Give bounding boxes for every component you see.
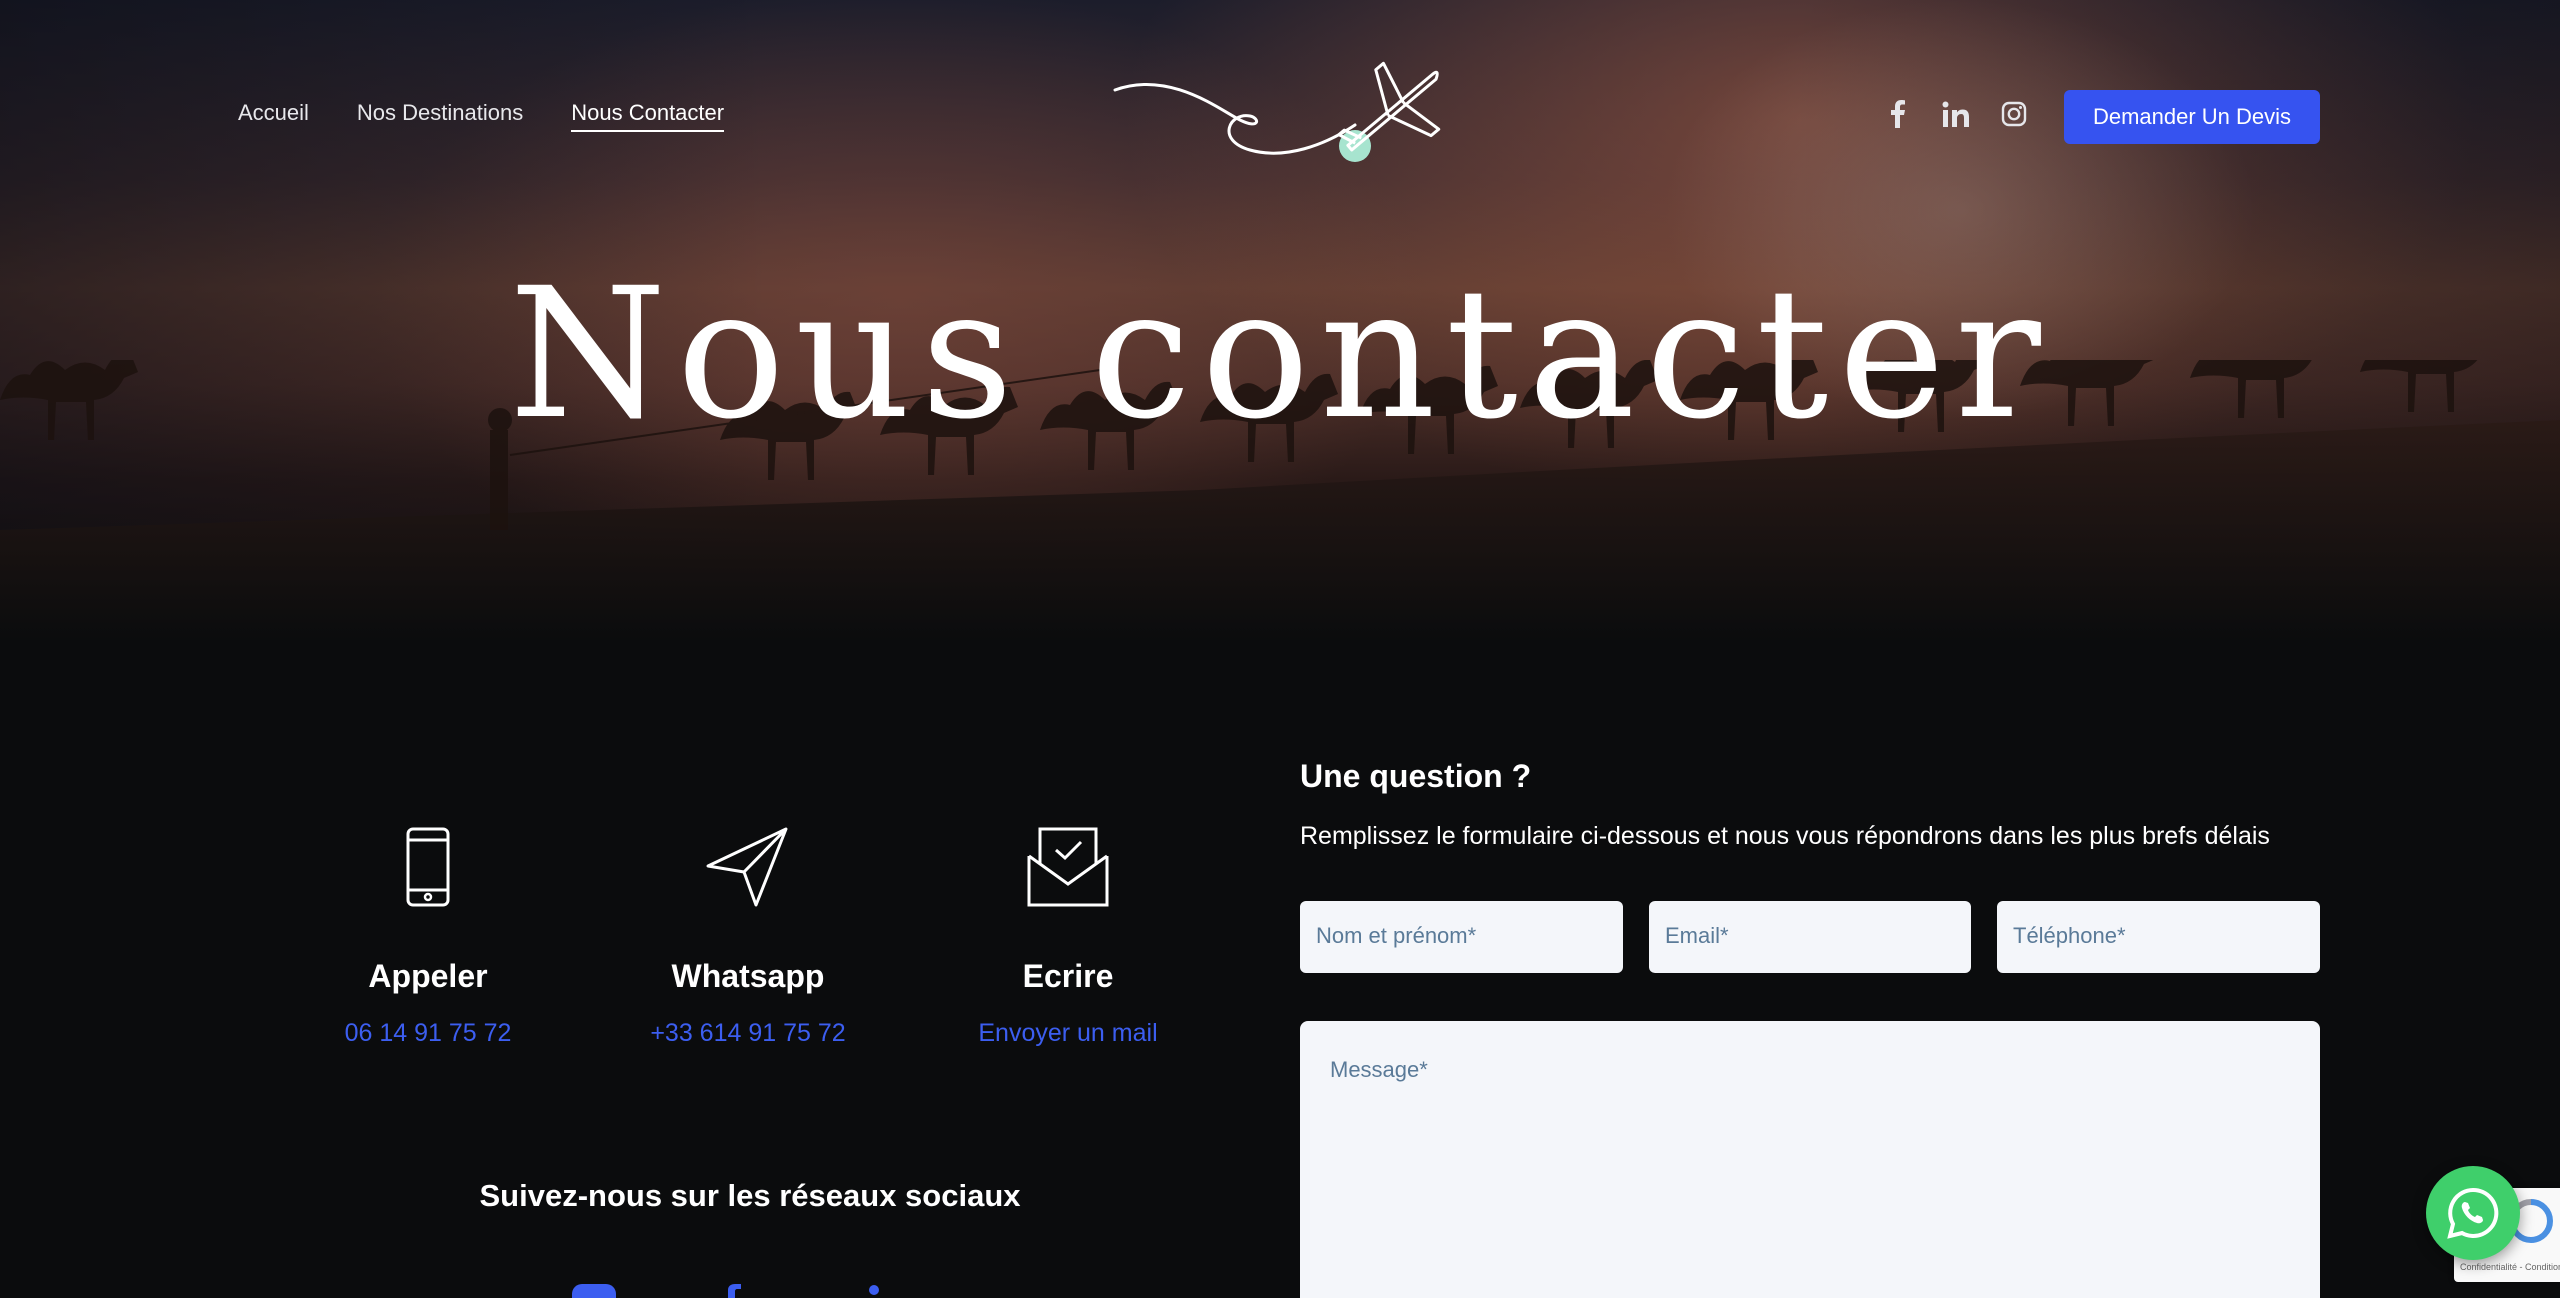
recaptcha-text: Confidentialité - Conditions <box>2460 1262 2560 1272</box>
contact-card-whatsapp: Whatsapp +33 614 91 75 72 <box>618 826 878 1048</box>
airplane-logo[interactable] <box>1110 50 1460 180</box>
follow-social-icons <box>570 1282 914 1298</box>
envelope-icon <box>938 826 1198 912</box>
nav-link-accueil[interactable]: Accueil <box>238 100 309 132</box>
whatsapp-icon <box>2447 1187 2499 1239</box>
linkedin-icon[interactable] <box>1942 100 1970 128</box>
phone-field[interactable]: Téléphone* <box>1997 901 2320 973</box>
form-title: Une question ? <box>1300 758 1532 794</box>
follow-heading: Suivez-nous sur les réseaux sociaux <box>479 1178 1021 1213</box>
whatsapp-chat-button[interactable] <box>2426 1166 2520 1260</box>
instagram-icon[interactable] <box>570 1282 618 1298</box>
contact-card-call: Appeler 06 14 91 75 72 <box>298 826 558 1048</box>
linkedin-icon[interactable] <box>866 1282 914 1298</box>
form-subtitle: Remplissez le formulaire ci-dessous et n… <box>1300 822 2270 850</box>
phone-icon <box>298 826 558 912</box>
email-link[interactable]: Envoyer un mail <box>938 1019 1198 1048</box>
page-title: Nous contacter <box>509 250 2051 459</box>
contact-card-title: Ecrire <box>1022 958 1114 994</box>
paper-plane-icon <box>618 826 878 912</box>
email-field[interactable]: Email* <box>1649 901 1971 973</box>
instagram-icon[interactable] <box>2000 100 2028 128</box>
message-field[interactable]: Message* <box>1300 1021 2320 1298</box>
whatsapp-link[interactable]: +33 614 91 75 72 <box>618 1019 878 1048</box>
facebook-icon[interactable] <box>718 1282 766 1298</box>
main-nav: Accueil Nos Destinations Nous Contacter <box>238 100 725 132</box>
contact-card-write: Ecrire Envoyer un mail <box>938 826 1198 1048</box>
request-quote-button[interactable]: Demander Un Devis <box>2064 90 2320 144</box>
contact-card-title: Appeler <box>368 958 488 994</box>
facebook-icon[interactable] <box>1884 100 1912 128</box>
nav-link-contact[interactable]: Nous Contacter <box>571 100 725 132</box>
name-field[interactable]: Nom et prénom* <box>1300 901 1623 973</box>
nav-link-destinations[interactable]: Nos Destinations <box>357 100 523 132</box>
phone-link[interactable]: 06 14 91 75 72 <box>298 1019 558 1048</box>
contact-card-title: Whatsapp <box>671 958 825 994</box>
header-socials <box>1884 100 2028 128</box>
